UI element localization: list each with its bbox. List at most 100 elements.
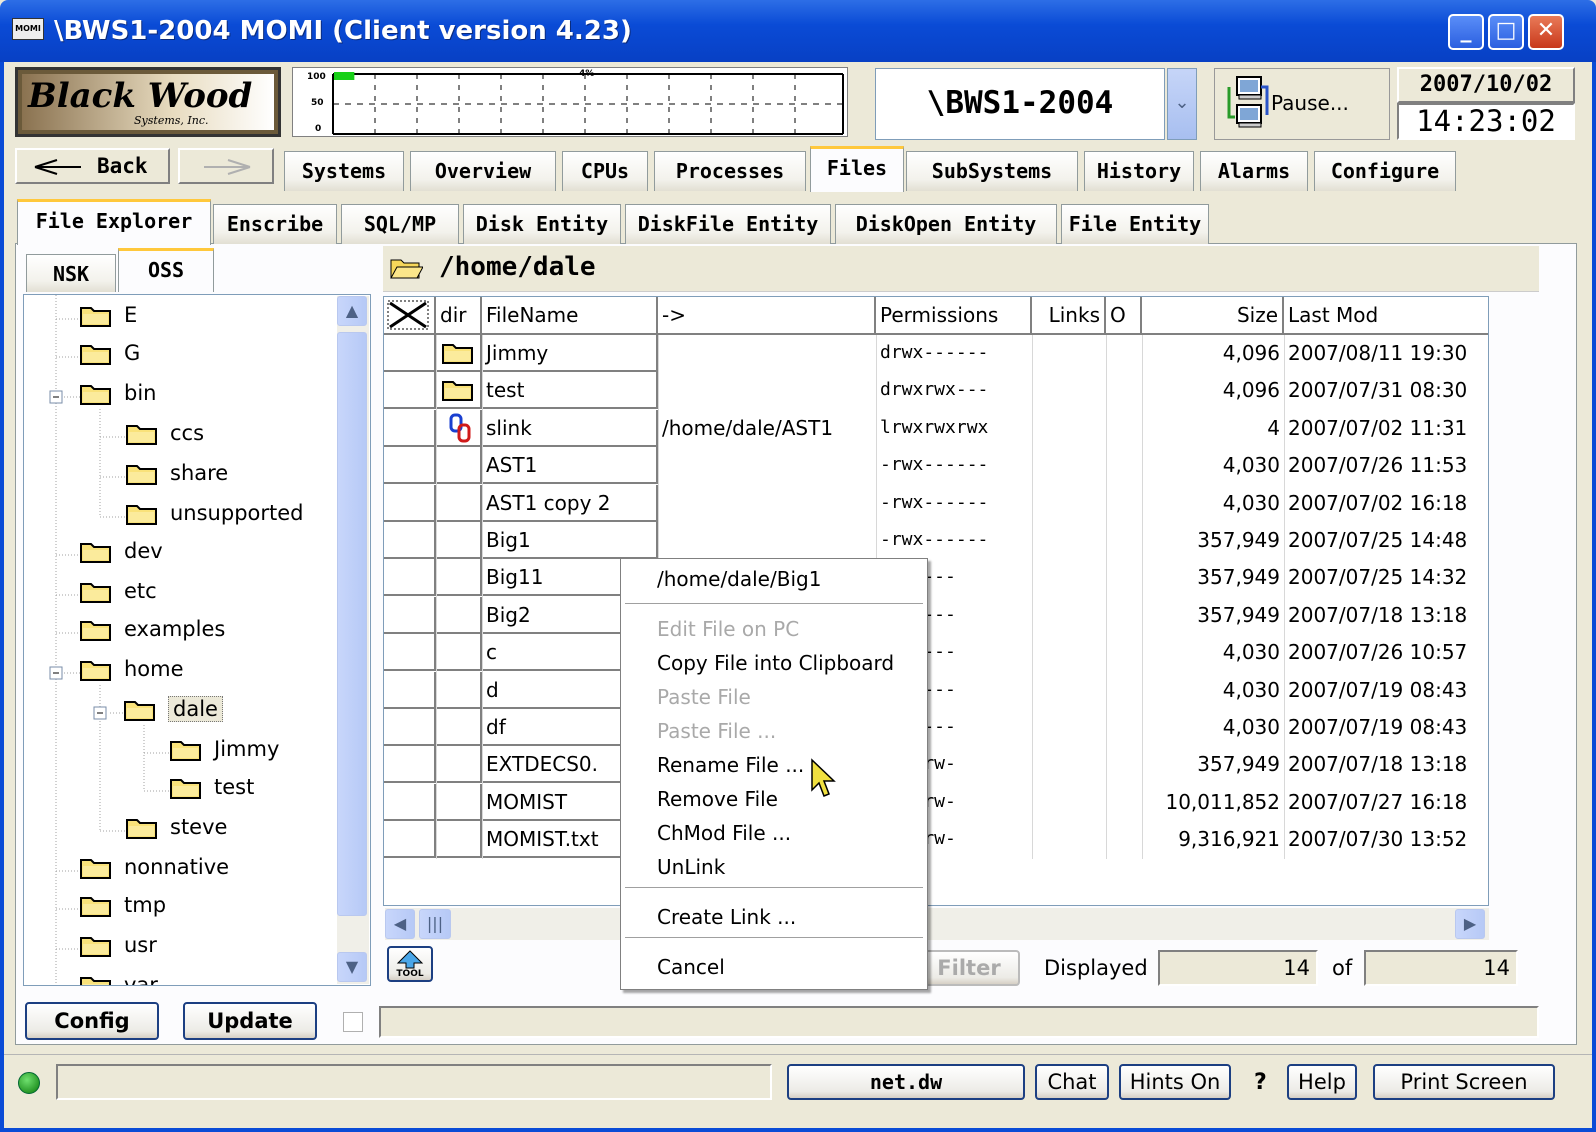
menu-item-create-link[interactable]: Create Link ... (657, 905, 796, 929)
tree-vertical-scrollbar[interactable]: ▲ ▼ (337, 296, 369, 984)
row-mod-cell[interactable]: 2007/07/25 14:32 (1284, 559, 1488, 596)
menu-item-rename-file[interactable]: Rename File ... (657, 753, 804, 777)
row-o-cell[interactable] (1106, 784, 1142, 821)
row-perm-cell[interactable]: -rwx------ (876, 447, 1032, 484)
row-size-cell[interactable]: 10,011,852 (1142, 784, 1284, 821)
row-type-cell[interactable] (436, 372, 482, 410)
row-o-cell[interactable] (1106, 522, 1142, 559)
tab-alarms[interactable]: Alarms (1200, 151, 1308, 191)
column-header-last-mod[interactable]: Last Mod (1284, 297, 1488, 335)
tree-node-share[interactable]: share (126, 459, 228, 495)
row-mod-cell[interactable]: 2007/07/18 13:18 (1284, 746, 1488, 783)
row-type-cell[interactable] (436, 447, 482, 485)
row-o-cell[interactable] (1106, 559, 1142, 596)
tab-overview[interactable]: Overview (410, 151, 556, 191)
row-size-cell[interactable]: 4,096 (1142, 372, 1284, 409)
row-name-cell[interactable]: Big1 (482, 522, 658, 559)
tab-nsk[interactable]: NSK (26, 254, 116, 292)
row-o-cell[interactable] (1106, 485, 1142, 522)
close-button[interactable]: ✕ (1528, 14, 1564, 50)
print-screen-button[interactable]: Print Screen (1373, 1064, 1555, 1100)
config-button[interactable]: Config (25, 1002, 159, 1040)
row-selector-cell[interactable] (384, 335, 436, 372)
tree-node-home[interactable]: home (80, 655, 184, 691)
row-o-cell[interactable] (1106, 821, 1142, 858)
directory-tree[interactable]: E Gbin ccs share unsupported dev etc examples ho… (23, 294, 371, 986)
column-header-permissions[interactable]: Permissions (876, 297, 1032, 335)
row-mod-cell[interactable]: 2007/07/30 13:52 (1284, 821, 1488, 858)
row-mod-cell[interactable]: 2007/07/18 13:18 (1284, 597, 1488, 634)
row-links-cell[interactable] (1032, 746, 1106, 783)
title-bar[interactable]: MOMI \BWS1-2004 MOMI (Client version 4.2… (0, 0, 1596, 62)
help-question-icon[interactable]: ? (1254, 1070, 1267, 1095)
menu-item-remove-file[interactable]: Remove File (657, 787, 778, 811)
menu-item-copy-file-into-clipboard[interactable]: Copy File into Clipboard (657, 651, 894, 675)
file-context-menu[interactable]: /home/dale/Big1 Edit File on PC Copy File … (620, 558, 928, 990)
row-links-cell[interactable] (1032, 821, 1106, 858)
host-button[interactable]: net.dw (787, 1064, 1025, 1100)
row-type-cell[interactable] (436, 409, 482, 447)
row-mod-cell[interactable]: 2007/07/27 16:18 (1284, 784, 1488, 821)
tab-history[interactable]: History (1084, 151, 1194, 191)
row-selector-cell[interactable] (384, 372, 436, 410)
chat-button[interactable]: Chat (1035, 1064, 1109, 1100)
row-type-cell[interactable] (436, 634, 482, 672)
row-type-cell[interactable] (436, 559, 482, 597)
row-o-cell[interactable] (1106, 410, 1142, 447)
update-button[interactable]: Update (183, 1002, 317, 1040)
row-o-cell[interactable] (1106, 447, 1142, 484)
row-o-cell[interactable] (1106, 746, 1142, 783)
pause-button[interactable]: Pause... (1214, 68, 1390, 140)
tree-node-var[interactable]: var (80, 971, 158, 985)
row-size-cell[interactable]: 4 (1142, 410, 1284, 447)
row-name-cell[interactable]: AST1 (482, 447, 658, 485)
row-o-cell[interactable] (1106, 672, 1142, 709)
row-type-cell[interactable] (436, 335, 482, 372)
row-links-cell[interactable] (1032, 335, 1106, 372)
row-o-cell[interactable] (1106, 372, 1142, 409)
row-links-cell[interactable] (1032, 709, 1106, 746)
row-o-cell[interactable] (1106, 709, 1142, 746)
row-selector-cell[interactable] (384, 821, 436, 859)
row-link-cell[interactable] (658, 447, 876, 484)
forward-button[interactable] (178, 148, 274, 184)
row-size-cell[interactable]: 4,096 (1142, 335, 1284, 372)
row-name-cell[interactable]: Jimmy (482, 335, 658, 372)
row-o-cell[interactable] (1106, 597, 1142, 634)
tab-systems[interactable]: Systems (284, 151, 404, 191)
tree-node-e[interactable]: E (80, 301, 137, 337)
row-selector-cell[interactable] (384, 671, 436, 709)
column-header-dir[interactable]: dir (436, 297, 482, 335)
tree-node-steve[interactable]: steve (126, 813, 227, 849)
subtab-diskopen-entity[interactable]: DiskOpen Entity (835, 204, 1057, 244)
scroll-down-button[interactable]: ▼ (337, 952, 367, 982)
back-button[interactable]: Back (15, 148, 170, 184)
row-selector-cell[interactable] (384, 522, 436, 559)
tree-node-bin[interactable]: bin (80, 379, 156, 415)
row-selector-cell[interactable] (384, 559, 436, 597)
option-checkbox[interactable] (343, 1012, 363, 1032)
scroll-left-button[interactable]: ◀ (385, 909, 415, 939)
row-links-cell[interactable] (1032, 447, 1106, 484)
column-header-link-target[interactable]: -> (658, 297, 876, 335)
tree-node-dev[interactable]: dev (80, 537, 163, 573)
row-links-cell[interactable] (1032, 522, 1106, 559)
menu-item-cancel[interactable]: Cancel (657, 955, 725, 979)
row-link-cell[interactable] (658, 522, 876, 559)
tree-node-etc[interactable]: etc (80, 577, 157, 613)
row-selector-cell[interactable] (384, 709, 436, 746)
tree-node-test[interactable]: test (170, 773, 254, 809)
row-link-cell[interactable] (658, 485, 876, 522)
row-mod-cell[interactable]: 2007/07/26 11:53 (1284, 447, 1488, 484)
row-perm-cell[interactable]: drwx------ (876, 335, 1032, 372)
subtab-disk-entity[interactable]: Disk Entity (463, 204, 621, 244)
row-size-cell[interactable]: 4,030 (1142, 447, 1284, 484)
system-dropdown-button[interactable]: ⌄ (1167, 68, 1197, 140)
tool-button[interactable]: TOOL (387, 946, 433, 982)
column-header-size[interactable]: Size (1142, 297, 1284, 335)
row-name-cell[interactable]: AST1 copy 2 (482, 484, 658, 522)
subtab-enscribe[interactable]: Enscribe (213, 204, 337, 244)
table-horizontal-scrollbar[interactable]: ◀ ||| ▶ (385, 908, 1489, 940)
scroll-right-button[interactable]: ▶ (1455, 909, 1485, 939)
row-size-cell[interactable]: 357,949 (1142, 559, 1284, 596)
